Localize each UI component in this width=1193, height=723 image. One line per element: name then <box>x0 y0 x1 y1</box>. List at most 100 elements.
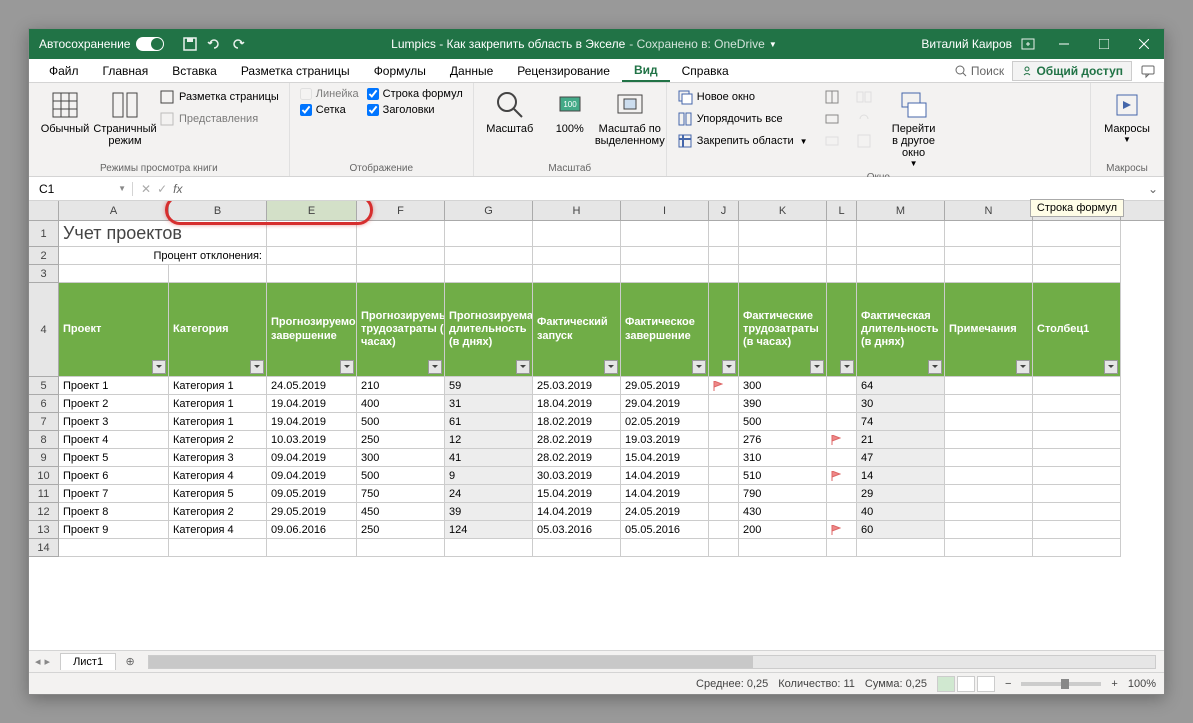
filter-dropdown-icon[interactable] <box>428 360 442 374</box>
table-header-flag1[interactable] <box>709 283 739 377</box>
cell-flag2[interactable] <box>827 449 857 467</box>
freeze-panes-button[interactable]: Закрепить области▼ <box>675 131 810 151</box>
cell[interactable] <box>857 221 945 247</box>
cell-project[interactable]: Проект 1 <box>59 377 169 395</box>
cell[interactable] <box>709 247 739 265</box>
col-header-I[interactable]: I <box>621 201 709 220</box>
row-header-2[interactable]: 2 <box>29 247 59 265</box>
filter-dropdown-icon[interactable] <box>1104 360 1118 374</box>
col-header-N[interactable]: N <box>945 201 1033 220</box>
cell[interactable] <box>739 247 827 265</box>
cell[interactable] <box>739 221 827 247</box>
page-break-view-button[interactable]: Страничный режим <box>97 87 153 149</box>
cell-flag2[interactable] <box>827 485 857 503</box>
cell-notes[interactable] <box>945 449 1033 467</box>
cell[interactable] <box>945 539 1033 557</box>
filter-dropdown-icon[interactable] <box>840 360 854 374</box>
cell[interactable] <box>59 539 169 557</box>
cell-flag1[interactable] <box>709 431 739 449</box>
cell-forecast-days[interactable]: 9 <box>445 467 533 485</box>
filter-dropdown-icon[interactable] <box>1016 360 1030 374</box>
cell[interactable] <box>533 265 621 283</box>
tab-help[interactable]: Справка <box>670 59 741 82</box>
tab-data[interactable]: Данные <box>438 59 505 82</box>
new-window-button[interactable]: Новое окно <box>675 87 810 107</box>
fx-icon[interactable]: fx <box>173 182 182 196</box>
cell-notes[interactable] <box>945 485 1033 503</box>
cell[interactable] <box>445 265 533 283</box>
filter-dropdown-icon[interactable] <box>250 360 264 374</box>
minimize-button[interactable] <box>1044 29 1084 59</box>
cell[interactable] <box>621 265 709 283</box>
close-button[interactable] <box>1124 29 1164 59</box>
table-header-notes[interactable]: Примечания <box>945 283 1033 377</box>
cell[interactable] <box>709 539 739 557</box>
cell-actual-hours[interactable]: 390 <box>739 395 827 413</box>
cell-actual-hours[interactable]: 310 <box>739 449 827 467</box>
col-header-E[interactable]: E <box>267 201 357 220</box>
tab-home[interactable]: Главная <box>91 59 161 82</box>
cell[interactable] <box>1033 247 1121 265</box>
cell[interactable] <box>1033 539 1121 557</box>
cell-category[interactable]: Категория 1 <box>169 395 267 413</box>
cell[interactable] <box>267 221 357 247</box>
cell-flag1[interactable] <box>709 413 739 431</box>
col-header-J[interactable]: J <box>709 201 739 220</box>
expand-formula-bar-icon[interactable]: ⌄ <box>1148 182 1164 196</box>
cell-actual-hours[interactable]: 500 <box>739 413 827 431</box>
cell-forecast-days[interactable]: 39 <box>445 503 533 521</box>
table-header-project[interactable]: Проект <box>59 283 169 377</box>
reset-window-button[interactable] <box>854 131 874 151</box>
col-header-A[interactable]: A <box>59 201 169 220</box>
cell-flag2[interactable] <box>827 413 857 431</box>
cell-actual-hours[interactable]: 276 <box>739 431 827 449</box>
cell-forecast-hours[interactable]: 500 <box>357 467 445 485</box>
cell-forecast-days[interactable]: 61 <box>445 413 533 431</box>
cell-project[interactable]: Проект 7 <box>59 485 169 503</box>
row-header-3[interactable]: 3 <box>29 265 59 283</box>
table-header-forecast-complete[interactable]: Прогнозируемое завершение <box>267 283 357 377</box>
cell-forecast-hours[interactable]: 400 <box>357 395 445 413</box>
col-header-L[interactable]: L <box>827 201 857 220</box>
row-header-10[interactable]: 10 <box>29 467 59 485</box>
table-header-col1[interactable]: Столбец1 <box>1033 283 1121 377</box>
cell[interactable] <box>1033 221 1121 247</box>
cancel-icon[interactable]: ✕ <box>141 182 151 196</box>
filter-dropdown-icon[interactable] <box>604 360 618 374</box>
cell-flag2[interactable] <box>827 377 857 395</box>
unhide-button[interactable] <box>822 131 842 151</box>
filter-dropdown-icon[interactable] <box>152 360 166 374</box>
table-header-actual-hours[interactable]: Фактические трудозатраты (в часах) <box>739 283 827 377</box>
cell[interactable] <box>445 539 533 557</box>
cell-forecast-hours[interactable]: 300 <box>357 449 445 467</box>
cell-category[interactable]: Категория 3 <box>169 449 267 467</box>
macros-button[interactable]: Макросы ▼ <box>1099 87 1155 146</box>
cell-forecast-complete[interactable]: 09.04.2019 <box>267 467 357 485</box>
cell[interactable] <box>827 247 857 265</box>
cell[interactable] <box>857 265 945 283</box>
cell[interactable] <box>445 221 533 247</box>
cell-actual-complete[interactable]: 02.05.2019 <box>621 413 709 431</box>
table-header-actual-days[interactable]: Фактическая длительность (в днях) <box>857 283 945 377</box>
cell-actual-days[interactable]: 21 <box>857 431 945 449</box>
cell-flag1[interactable] <box>709 395 739 413</box>
cell-actual-complete[interactable]: 14.04.2019 <box>621 467 709 485</box>
cell-actual-complete[interactable]: 29.05.2019 <box>621 377 709 395</box>
headings-checkbox[interactable]: Заголовки <box>365 103 465 117</box>
table-header-forecast-hours[interactable]: Прогнозируемые трудозатраты (в часах) <box>357 283 445 377</box>
page-break-status-button[interactable] <box>977 676 995 692</box>
cell-forecast-complete[interactable]: 10.03.2019 <box>267 431 357 449</box>
name-box[interactable]: C1 ▼ <box>33 182 133 196</box>
cell[interactable] <box>357 539 445 557</box>
cell-actual-days[interactable]: 47 <box>857 449 945 467</box>
sheet-nav[interactable]: ◂ ▸ <box>29 655 56 668</box>
undo-icon[interactable] <box>206 36 222 52</box>
zoom-button[interactable]: Масштаб <box>482 87 538 137</box>
cell[interactable] <box>169 539 267 557</box>
cell-category[interactable]: Категория 1 <box>169 413 267 431</box>
cell-flag1[interactable] <box>709 521 739 539</box>
scrollbar-thumb[interactable] <box>149 656 753 668</box>
filter-dropdown-icon[interactable] <box>928 360 942 374</box>
save-icon[interactable] <box>182 36 198 52</box>
chevron-down-icon[interactable]: ▼ <box>769 40 777 49</box>
